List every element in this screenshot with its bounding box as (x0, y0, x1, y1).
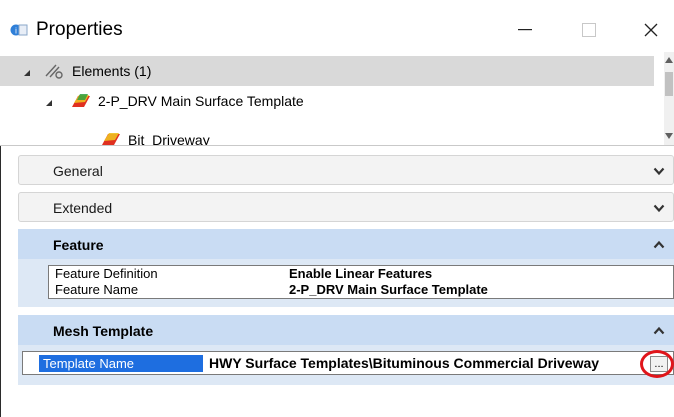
property-row-template-name[interactable]: Template Name HWY Surface Templates\Bitu… (22, 351, 674, 375)
window-title: Properties (36, 19, 123, 40)
elements-link-icon (44, 62, 66, 80)
svg-text:i: i (15, 27, 17, 36)
tree-scrollbar[interactable] (664, 52, 674, 145)
chevron-down-icon[interactable] (653, 202, 665, 214)
property-row-feature-name[interactable]: Feature Name 2-P_DRV Main Surface Templa… (49, 282, 673, 298)
group-header-general[interactable]: General (18, 155, 674, 185)
maximize-button[interactable] (566, 12, 612, 48)
property-value[interactable]: 2-P_DRV Main Surface Template (289, 282, 488, 298)
property-name: Feature Name (55, 282, 139, 297)
group-header-feature[interactable]: Feature (18, 229, 674, 259)
tree-item-label: Bit_Driveway (128, 132, 210, 146)
group-title: Extended (53, 200, 113, 216)
tree-expander-icon[interactable] (44, 96, 54, 106)
property-name: Feature Definition (55, 266, 158, 281)
group-title: Mesh Template (53, 323, 154, 339)
property-value[interactable]: HWY Surface Templates\Bituminous Commerc… (209, 355, 599, 372)
feature-property-grid: Feature Definition Enable Linear Feature… (48, 265, 674, 299)
scroll-thumb[interactable] (665, 72, 673, 96)
minimize-button[interactable] (502, 12, 548, 48)
property-row-feature-definition[interactable]: Feature Definition Enable Linear Feature… (49, 266, 673, 282)
properties-app-icon: i (10, 22, 28, 38)
tree-item-bit-driveway[interactable]: Bit_Driveway (0, 116, 654, 146)
property-name-selected: Template Name (39, 355, 203, 372)
scroll-down-icon[interactable] (664, 130, 674, 142)
feature-properties: Feature Definition Enable Linear Feature… (18, 259, 674, 307)
group-header-extended[interactable]: Extended (18, 192, 674, 222)
close-icon (644, 23, 658, 37)
chevron-up-icon[interactable] (653, 239, 665, 251)
title-bar: i Properties (0, 0, 674, 52)
group-header-mesh-template[interactable]: Mesh Template (18, 315, 674, 345)
property-value[interactable]: Enable Linear Features (289, 266, 432, 282)
tree-item-label: Elements (1) (72, 63, 152, 79)
scroll-up-icon[interactable] (664, 54, 674, 66)
group-title: General (53, 163, 103, 179)
tree-item-label: 2-P_DRV Main Surface Template (98, 93, 304, 109)
element-tree: Elements (1) 2-P_DRV Main Surface Templa… (0, 52, 674, 146)
tree-expander-icon[interactable] (22, 66, 32, 76)
tree-item-elements[interactable]: Elements (1) (0, 56, 654, 86)
chevron-down-icon[interactable] (653, 165, 665, 177)
surface-template-icon (100, 130, 122, 145)
surface-template-icon (70, 92, 92, 110)
panel-edge (0, 146, 1, 417)
tree-item-main-surface-template[interactable]: 2-P_DRV Main Surface Template (0, 86, 654, 116)
highlight-annotation (640, 350, 674, 378)
chevron-up-icon[interactable] (653, 325, 665, 337)
close-button[interactable] (628, 12, 674, 48)
group-title: Feature (53, 237, 104, 253)
